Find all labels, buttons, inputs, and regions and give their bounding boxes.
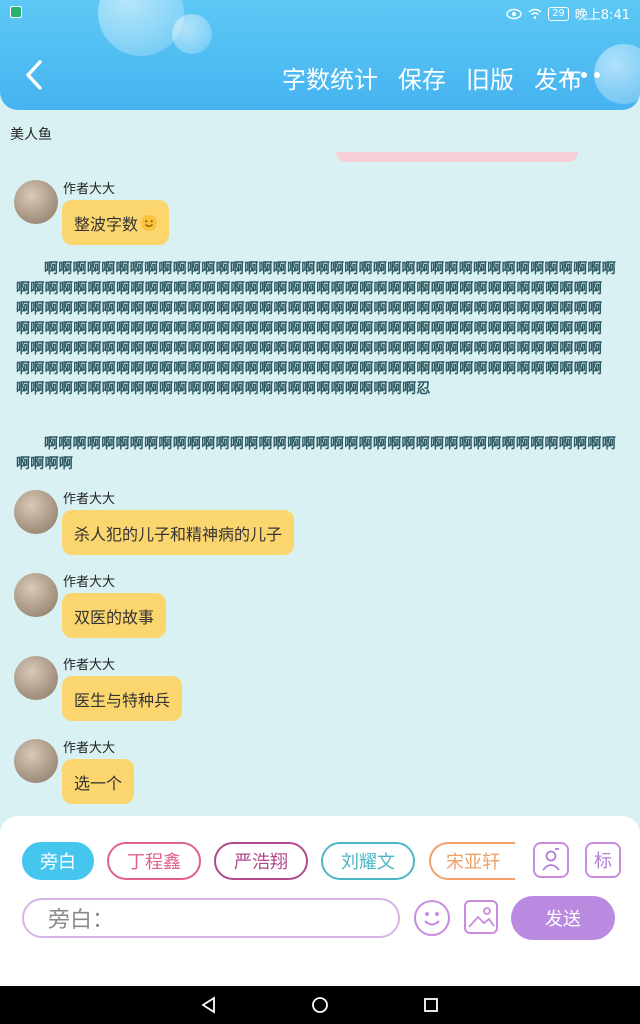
message-bubble[interactable]: 选一个 bbox=[62, 759, 135, 804]
app-notification-icon bbox=[10, 6, 22, 18]
message-text: 选一个 bbox=[74, 773, 123, 793]
input-panel: 旁白 丁程鑫 严浩翔 刘耀文 宋亚轩 标 旁白： 发送 bbox=[0, 816, 640, 986]
author-name: 作者大大 bbox=[63, 741, 116, 756]
old-version-button[interactable]: 旧版 bbox=[466, 60, 514, 95]
author-name: 作者大大 bbox=[63, 492, 116, 507]
message-bubble[interactable]: 双医的故事 bbox=[62, 593, 167, 638]
message-bubble[interactable]: 杀人犯的儿子和精神病的儿子 bbox=[62, 510, 295, 555]
decor-bubble bbox=[594, 44, 640, 104]
character-chip[interactable]: 严浩翔 bbox=[214, 842, 308, 880]
message-bubble[interactable]: 整波字数 bbox=[62, 200, 170, 245]
eye-icon bbox=[506, 8, 522, 19]
tag-icon-label: 标 bbox=[594, 851, 612, 872]
tag-icon[interactable]: 标 bbox=[585, 842, 621, 878]
save-button[interactable]: 保存 bbox=[398, 60, 446, 95]
message-text: 杀人犯的儿子和精神病的儿子 bbox=[74, 524, 283, 544]
character-chip-narrator[interactable]: 旁白 bbox=[22, 842, 94, 880]
dialogue-input[interactable]: 旁白： bbox=[22, 898, 400, 938]
narration-text[interactable]: 啊啊啊啊啊啊啊啊啊啊啊啊啊啊啊啊啊啊啊啊啊啊啊啊啊啊啊啊啊啊啊啊啊啊啊啊啊啊啊啊… bbox=[16, 259, 616, 399]
avatar[interactable] bbox=[14, 656, 58, 700]
chip-label: 丁程鑫 bbox=[127, 852, 181, 873]
story-title: 美人鱼 bbox=[10, 127, 52, 143]
author-name: 作者大大 bbox=[63, 575, 116, 590]
message-text: 整波字数 bbox=[74, 214, 139, 234]
back-arrow-icon[interactable] bbox=[20, 58, 50, 92]
emoji-icon[interactable] bbox=[414, 900, 450, 936]
chip-label: 宋亚轩 bbox=[446, 852, 500, 873]
smile-emoji-icon bbox=[141, 214, 158, 231]
message-text: 医生与特种兵 bbox=[74, 690, 171, 710]
word-count-button[interactable]: 字数统计 bbox=[282, 60, 378, 95]
status-bar: 29 晚上8:41 bbox=[0, 0, 640, 26]
input-placeholder: 旁白： bbox=[48, 908, 115, 933]
author-name: 作者大大 bbox=[63, 182, 116, 197]
avatar[interactable] bbox=[14, 739, 58, 783]
top-bar: 29 晚上8:41 字数统计 保存 旧版 发布 bbox=[0, 0, 640, 110]
scroll-edge-bubble bbox=[336, 152, 578, 162]
header-menu: 字数统计 保存 旧版 发布 bbox=[282, 60, 582, 95]
status-right: 29 晚上8:41 bbox=[506, 4, 630, 23]
character-chip[interactable]: 刘耀文 bbox=[321, 842, 415, 880]
chip-label: 旁白 bbox=[40, 852, 76, 873]
home-circle-icon[interactable] bbox=[311, 996, 329, 1014]
chip-label: 严浩翔 bbox=[234, 852, 288, 873]
narration-text[interactable]: 啊啊啊啊啊啊啊啊啊啊啊啊啊啊啊啊啊啊啊啊啊啊啊啊啊啊啊啊啊啊啊啊啊啊啊啊啊啊啊啊… bbox=[16, 434, 616, 474]
back-triangle-icon[interactable] bbox=[200, 996, 218, 1014]
wifi-icon bbox=[528, 8, 542, 19]
person-card-icon[interactable] bbox=[533, 842, 569, 878]
avatar[interactable] bbox=[14, 490, 58, 534]
author-name: 作者大大 bbox=[63, 658, 116, 673]
system-nav-bar bbox=[0, 986, 640, 1024]
chip-label: 刘耀文 bbox=[341, 852, 395, 873]
battery-indicator: 29 bbox=[548, 6, 569, 21]
image-icon[interactable] bbox=[464, 900, 498, 934]
more-options-icon[interactable] bbox=[568, 72, 600, 78]
send-button[interactable]: 发送 bbox=[511, 896, 615, 940]
avatar[interactable] bbox=[14, 180, 58, 224]
message-bubble[interactable]: 医生与特种兵 bbox=[62, 676, 183, 721]
character-chip[interactable]: 宋亚轩 bbox=[429, 842, 515, 880]
avatar[interactable] bbox=[14, 573, 58, 617]
recent-apps-icon[interactable] bbox=[422, 996, 440, 1014]
status-time: 晚上8:41 bbox=[574, 8, 630, 23]
message-text: 双医的故事 bbox=[74, 607, 155, 627]
character-chip[interactable]: 丁程鑫 bbox=[107, 842, 201, 880]
